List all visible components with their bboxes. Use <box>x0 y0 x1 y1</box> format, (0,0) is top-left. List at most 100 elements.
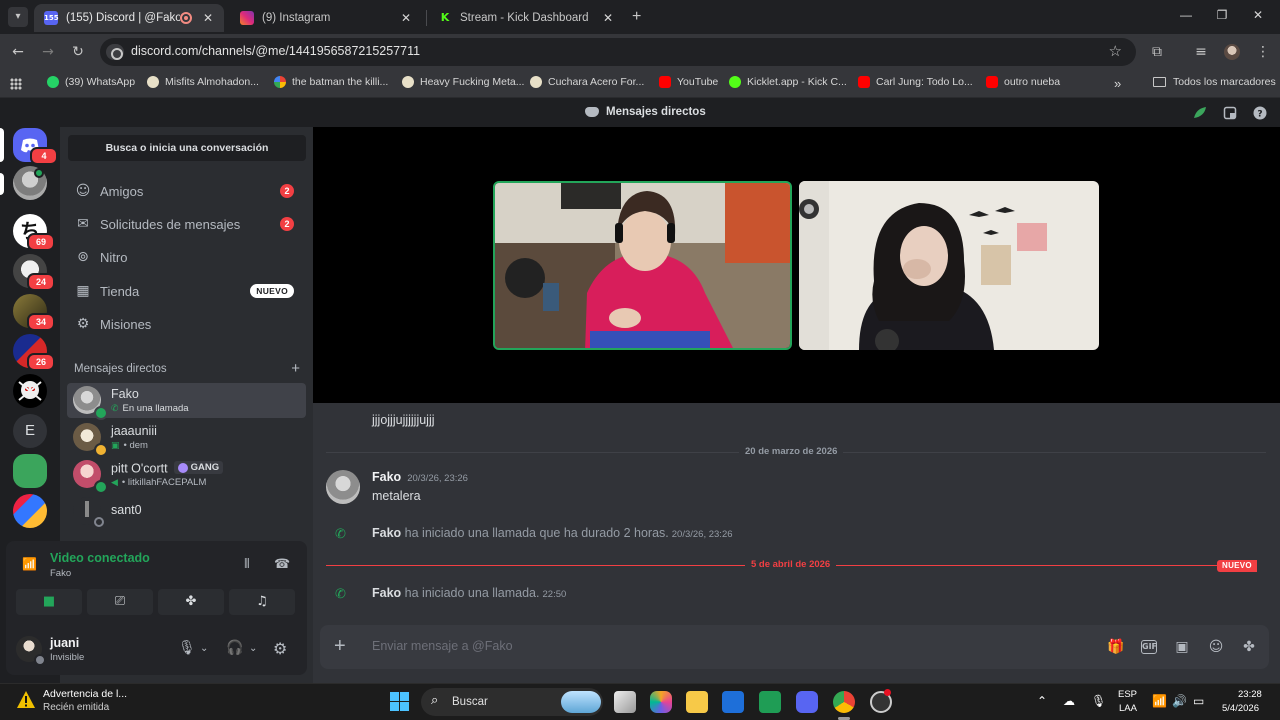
add-attachment-icon[interactable]: + <box>334 635 346 657</box>
taskbar-search[interactable]: ⌕ Buscar <box>421 688 603 716</box>
dm-item-sant0[interactable]: sant0 <box>67 494 306 529</box>
video-tile-juani[interactable] <box>799 181 1099 350</box>
video-tile-fako[interactable] <box>493 181 792 350</box>
tab-instagram[interactable]: (9) Instagram ✕ <box>230 4 422 32</box>
all-bookmarks-folder[interactable]: Todos los marcadores <box>1153 76 1276 88</box>
username[interactable]: juani <box>50 636 79 650</box>
notification-title[interactable]: Advertencia de l... <box>43 688 127 700</box>
apps-grid-icon[interactable] <box>10 78 22 90</box>
clock-time[interactable]: 23:28 <box>1238 689 1262 700</box>
reload-icon[interactable]: ↻ <box>69 43 87 61</box>
bookmark-kicklet[interactable]: Kicklet.app - Kick C... <box>729 76 847 88</box>
file-explorer-icon[interactable] <box>686 691 708 713</box>
show-hidden-icons[interactable]: ⌃ <box>1037 694 1047 708</box>
bookmark-whatsapp[interactable]: (39) WhatsApp <box>47 76 135 88</box>
close-tab-icon[interactable]: ✕ <box>200 11 216 25</box>
bookmark-youtube[interactable]: YouTube <box>659 76 718 88</box>
screen-share-button[interactable]: ⎚ <box>87 589 153 615</box>
address-bar[interactable]: discord.com/channels/@me/144195658721525… <box>100 38 1136 66</box>
create-dm-icon[interactable]: + <box>291 360 300 377</box>
bookmark-google[interactable]: the batman the killi... <box>274 76 388 88</box>
windows-start-icon[interactable] <box>390 692 409 711</box>
dm-item-pitt[interactable]: pitt O'cortt GANG ◀ • litkillahFACEPALM <box>67 457 306 494</box>
help-icon[interactable]: ? <box>1253 106 1267 120</box>
online-status-icon <box>94 406 108 420</box>
disconnect-icon[interactable]: ☎ <box>274 557 290 572</box>
apps-icon[interactable]: ✤ <box>1239 637 1259 657</box>
emoji-icon[interactable]: ☺ <box>1206 637 1226 657</box>
voice-channel-name[interactable]: Fako <box>50 568 71 579</box>
nav-shop[interactable]: ▦ Tienda NUEVO <box>68 275 306 307</box>
input-language[interactable]: ESP <box>1118 689 1137 700</box>
excel-icon[interactable] <box>759 691 781 713</box>
dm-item-fako[interactable]: Fako ✆ En una llamada <box>67 383 306 420</box>
microphone-icon[interactable]: 🎙 <box>178 640 196 656</box>
noise-suppression-icon[interactable]: ⦀ <box>244 557 250 572</box>
nav-quests[interactable]: ⚙ Misiones <box>68 308 306 340</box>
message-composer[interactable]: + Enviar mensaje a @Fako 🎁 GIF ▣ ☺ ✤ <box>320 625 1269 669</box>
message-author[interactable]: Fako 20/3/26, 23:26 <box>372 470 468 484</box>
leaf-icon[interactable] <box>1192 106 1208 120</box>
server-icon[interactable] <box>13 454 47 488</box>
tab-search-button[interactable]: ▾ <box>8 7 28 27</box>
volume-icon[interactable]: 🔊 <box>1172 694 1187 708</box>
kicklet-icon <box>729 76 741 88</box>
connection-signal-icon[interactable]: 📶 <box>22 557 37 571</box>
bookmark-star-icon[interactable]: ☆ <box>1109 42 1122 60</box>
camera-button[interactable]: ■ <box>16 589 82 615</box>
chevron-down-icon[interactable]: ⌄ <box>200 643 208 654</box>
sticker-icon[interactable]: ▣ <box>1172 637 1192 657</box>
server-icon[interactable] <box>13 494 47 528</box>
server-icon-e[interactable]: E <box>13 414 47 448</box>
gift-icon[interactable]: 🎁 <box>1106 637 1126 657</box>
clock-date[interactable]: 5/4/2026 <box>1222 703 1259 714</box>
bookmark-carl-jung[interactable]: Carl Jung: Todo Lo... <box>858 76 973 88</box>
media-controls-icon[interactable]: ≡ <box>1192 43 1210 61</box>
avatar[interactable] <box>326 470 360 504</box>
battery-icon[interactable]: ▭ <box>1193 694 1204 708</box>
tab-kick[interactable]: K Stream - Kick Dashboard ✕ <box>428 4 624 32</box>
warning-icon[interactable] <box>16 690 36 710</box>
forward-icon[interactable]: → <box>39 43 57 61</box>
bookmark-heavy-metal[interactable]: Heavy Fucking Meta... <box>402 76 524 88</box>
new-tab-button[interactable]: + <box>632 8 641 26</box>
chevron-down-icon[interactable]: ⌄ <box>249 643 257 654</box>
soundboard-button[interactable]: ♫ <box>229 589 295 615</box>
task-view-icon[interactable] <box>614 691 636 713</box>
bookmark-misfits[interactable]: Misfits Almohadon... <box>147 76 259 88</box>
tab-discord[interactable]: 155 (155) Discord | @Fako ✕ <box>34 4 224 32</box>
wifi-icon[interactable]: 📶 <box>1152 694 1167 708</box>
bookmark-cuchara[interactable]: Cuchara Acero For... <box>530 76 644 88</box>
bookmark-outro[interactable]: outro nueba <box>986 76 1060 88</box>
minimize-button[interactable]: — <box>1176 8 1196 22</box>
close-tab-icon[interactable]: ✕ <box>600 11 616 25</box>
menu-icon[interactable]: ⋮ <box>1254 43 1272 61</box>
site-info-icon[interactable] <box>106 44 124 60</box>
maximize-button[interactable]: ❐ <box>1212 8 1232 22</box>
dm-item-jaaauniii[interactable]: jaaauniii ▣ • dem <box>67 420 306 457</box>
back-icon[interactable]: ← <box>9 43 27 61</box>
profile-avatar[interactable] <box>1224 44 1240 60</box>
nav-message-requests[interactable]: ✉ Solicitudes de mensajes 2 <box>68 208 306 240</box>
close-tab-icon[interactable]: ✕ <box>398 11 414 25</box>
nav-nitro[interactable]: ⊚ Nitro <box>68 241 306 273</box>
word-icon[interactable] <box>722 691 744 713</box>
cloud-icon[interactable]: ☁ <box>1063 694 1075 708</box>
chrome-icon[interactable] <box>833 691 855 713</box>
extensions-icon[interactable]: ⧉ <box>1148 43 1166 61</box>
nav-friends[interactable]: ☺ Amigos 2 <box>68 175 306 207</box>
server-icon[interactable] <box>13 374 47 408</box>
copilot-icon[interactable] <box>650 691 672 713</box>
discord-taskbar-icon[interactable] <box>796 691 818 713</box>
gif-icon[interactable]: GIF <box>1141 640 1157 654</box>
bookmarks-overflow-button[interactable]: » <box>1114 76 1121 91</box>
settings-gear-icon[interactable]: ⚙ <box>273 639 287 658</box>
message-input[interactable]: Enviar mensaje a @Fako <box>372 639 513 653</box>
headphones-icon[interactable]: 🎧 <box>226 640 243 656</box>
search-input[interactable]: Busca o inicia una conversación <box>68 135 306 161</box>
close-window-button[interactable]: ✕ <box>1248 8 1268 22</box>
microphone-tray-icon[interactable]: 🎙 <box>1091 694 1106 708</box>
activities-button[interactable]: ✤ <box>158 589 224 615</box>
inbox-icon[interactable] <box>1223 106 1237 120</box>
input-layout[interactable]: LAA <box>1119 703 1137 714</box>
